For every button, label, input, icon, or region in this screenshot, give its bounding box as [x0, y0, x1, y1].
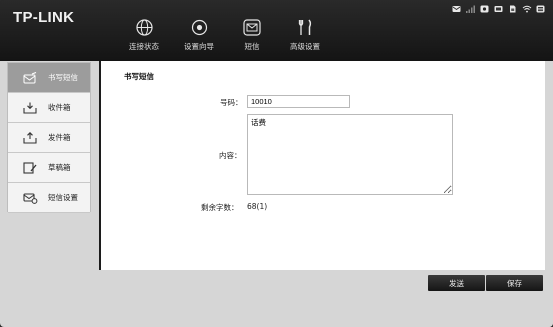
tools-icon [296, 18, 314, 36]
remaining-chars-label: 剩余字数： [201, 203, 239, 212]
nav-setup-wizard[interactable]: 设置向导 [175, 18, 223, 58]
nav-label: 高级设置 [290, 42, 320, 51]
sidebar-item-label: 书写短信 [48, 73, 78, 82]
nav-connection-status[interactable]: 连接状态 [118, 18, 170, 58]
nav-label: 设置向导 [184, 42, 214, 51]
nav-sms[interactable]: 短信 [230, 18, 274, 58]
sidebar: 书写短信 收件箱 发件箱 草稿箱 短信设置 [7, 62, 91, 213]
save-button[interactable]: 保存 [486, 275, 543, 291]
sidebar-item-inbox[interactable]: 收件箱 [8, 93, 90, 123]
globe-icon [135, 18, 153, 36]
sidebar-item-label: 收件箱 [48, 103, 71, 112]
brand-logo: TP-LINK [13, 9, 75, 26]
send-button[interactable]: 发送 [428, 275, 485, 291]
sim-icon [508, 5, 517, 13]
remaining-chars-value: 68(1) [247, 202, 268, 211]
sidebar-item-outbox[interactable]: 发件箱 [8, 123, 90, 153]
sidebar-item-compose[interactable]: 书写短信 [8, 63, 90, 93]
nav-advanced-settings[interactable]: 高级设置 [281, 18, 329, 58]
inbox-icon [22, 102, 38, 114]
mail-icon [243, 18, 261, 36]
app-window: TP-LINK 连接状态 设置向导 短信 高级设置 书写短信 收件箱 发件箱 草… [0, 0, 553, 327]
top-bar: TP-LINK 连接状态 设置向导 短信 高级设置 [0, 0, 553, 61]
nav-label: 连接状态 [129, 42, 159, 51]
wifi-device-icon [480, 5, 489, 13]
main-nav: 连接状态 设置向导 短信 高级设置 [118, 18, 329, 58]
sms-settings-icon [22, 192, 38, 204]
sidebar-item-label: 发件箱 [48, 133, 71, 142]
content-label: 内容： [219, 151, 242, 160]
status-icons [452, 5, 545, 13]
drafts-icon [22, 161, 38, 174]
wifi-icon [522, 5, 532, 13]
sidebar-item-drafts[interactable]: 草稿箱 [8, 153, 90, 183]
battery-icon [494, 5, 503, 13]
sidebar-item-label: 草稿箱 [48, 163, 71, 172]
outbox-icon [22, 131, 38, 144]
envelope-icon[interactable] [452, 5, 461, 13]
compose-icon [22, 71, 38, 84]
number-label: 号码： [220, 98, 243, 107]
compose-panel: 书写短信 号码： 内容： 话费 剩余字数： 68(1) [101, 61, 545, 270]
nav-label: 短信 [244, 42, 260, 51]
sidebar-item-sms-settings[interactable]: 短信设置 [8, 183, 90, 213]
sidebar-item-label: 短信设置 [48, 193, 78, 202]
content-textarea[interactable]: 话费 [247, 114, 453, 195]
number-input[interactable] [247, 95, 350, 108]
menu-icon[interactable] [536, 5, 545, 13]
signal-icon [466, 5, 475, 13]
wizard-icon [190, 18, 208, 36]
page-title: 书写短信 [124, 72, 154, 81]
